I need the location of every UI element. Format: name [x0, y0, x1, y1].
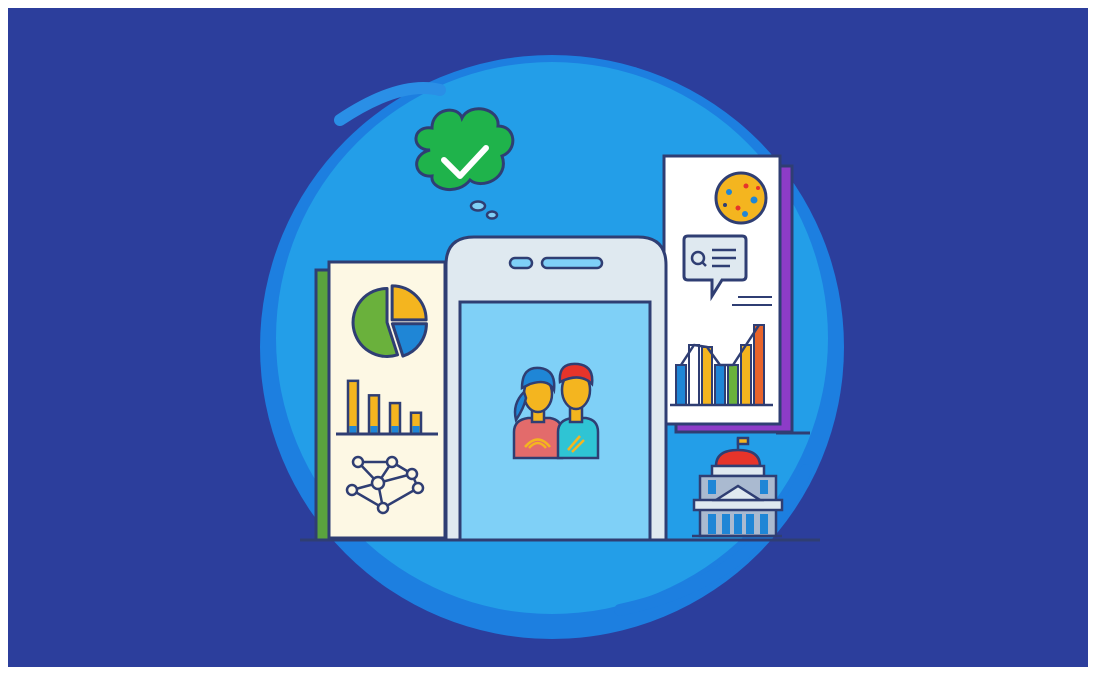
bar [714, 364, 726, 406]
illustration [0, 0, 1093, 675]
bar [675, 364, 687, 406]
phone [444, 235, 668, 542]
left-document [314, 260, 447, 542]
bar-base [412, 426, 420, 433]
bar [727, 364, 739, 406]
bar-base [391, 426, 399, 433]
bar [740, 344, 752, 406]
illustration-canvas [8, 8, 1088, 667]
bar [701, 346, 713, 406]
bar [753, 324, 765, 406]
bar-base [349, 426, 357, 433]
right-document [662, 154, 794, 434]
petri-dish-icon [714, 171, 768, 225]
bar-base [370, 426, 378, 433]
bar [688, 344, 700, 406]
